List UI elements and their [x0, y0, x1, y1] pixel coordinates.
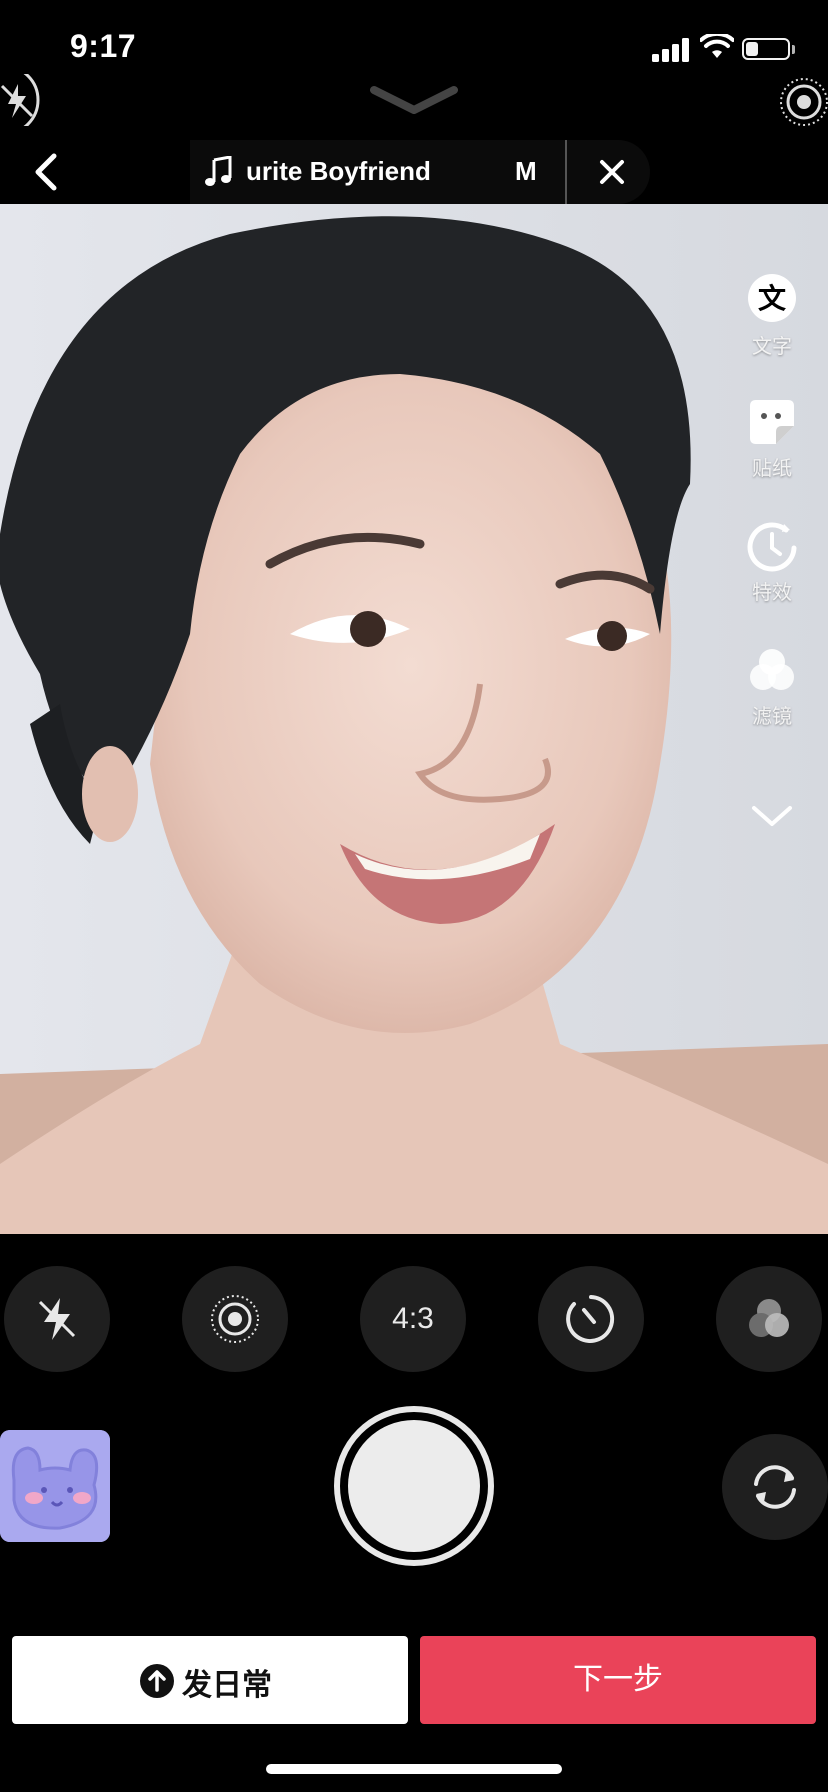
effects-icon [747, 522, 797, 572]
live-photo-icon[interactable] [776, 76, 828, 128]
timer-icon [566, 1295, 615, 1343]
tool-filter[interactable]: 滤镜 [736, 644, 808, 729]
bunny-sticker-icon [0, 1430, 110, 1542]
shutter-inner [348, 1420, 480, 1552]
post-daily-label: 发日常 [182, 1669, 272, 1702]
divider [565, 140, 567, 204]
filter-icon [750, 649, 794, 690]
cellular-signal-icon [652, 38, 692, 62]
text-icon: 文 [748, 274, 796, 322]
tool-more[interactable] [736, 792, 808, 844]
tool-sticker[interactable]: 贴纸 [736, 396, 808, 481]
flash-off-icon[interactable] [0, 74, 42, 126]
chevron-down-icon[interactable] [370, 84, 458, 116]
live-photo-button[interactable] [182, 1266, 288, 1372]
live-photo-icon [211, 1295, 259, 1343]
music-selector[interactable]: urite Boyfriend M [190, 140, 650, 204]
svg-text:文: 文 [758, 282, 786, 315]
filter-icon [749, 1299, 789, 1337]
battery-tip [792, 45, 795, 54]
flash-toggle-button[interactable] [4, 1266, 110, 1372]
music-note-icon [205, 156, 232, 186]
flash-off-icon [38, 1298, 76, 1340]
status-time: 9:17 [70, 28, 137, 64]
aspect-ratio-button[interactable]: 4:3 [360, 1266, 466, 1372]
post-daily-button[interactable]: 发日常 [12, 1636, 408, 1724]
battery-icon [742, 38, 790, 60]
close-icon[interactable] [598, 158, 626, 186]
back-chevron-icon[interactable] [28, 150, 68, 194]
aspect-ratio-label: 4:3 [392, 1302, 434, 1335]
tool-filter-label: 滤镜 [752, 706, 792, 728]
tool-effects[interactable]: 特效 [736, 520, 808, 605]
upload-arrow-icon [140, 1664, 174, 1698]
camera-preview[interactable]: 文 文字 贴纸 特效 滤镜 [0, 204, 828, 1234]
flip-camera-icon [754, 1465, 796, 1509]
wifi-icon [700, 34, 734, 58]
battery-level-fill [746, 42, 758, 56]
music-title-scrolling: M [515, 156, 537, 186]
next-step-button[interactable]: 下一步 [420, 1636, 816, 1724]
top-header: urite Boyfriend M [0, 140, 828, 204]
home-indicator[interactable] [266, 1764, 562, 1774]
camera-controls: 4:3 [0, 1266, 828, 1374]
camera-subject-image [0, 204, 828, 1234]
tool-effects-label: 特效 [752, 582, 792, 604]
gallery-thumbnail[interactable] [0, 1430, 110, 1542]
tool-text[interactable]: 文 文字 [736, 274, 808, 359]
flip-camera-button[interactable] [722, 1434, 828, 1540]
timer-button[interactable] [538, 1266, 644, 1372]
tool-text-label: 文字 [752, 336, 792, 358]
filter-button[interactable] [716, 1266, 822, 1372]
music-title: urite Boyfriend [246, 156, 431, 186]
sticker-icon [750, 400, 794, 444]
shutter-button[interactable] [334, 1406, 494, 1566]
tool-sticker-label: 贴纸 [752, 458, 792, 480]
chevron-down-icon [752, 806, 792, 826]
